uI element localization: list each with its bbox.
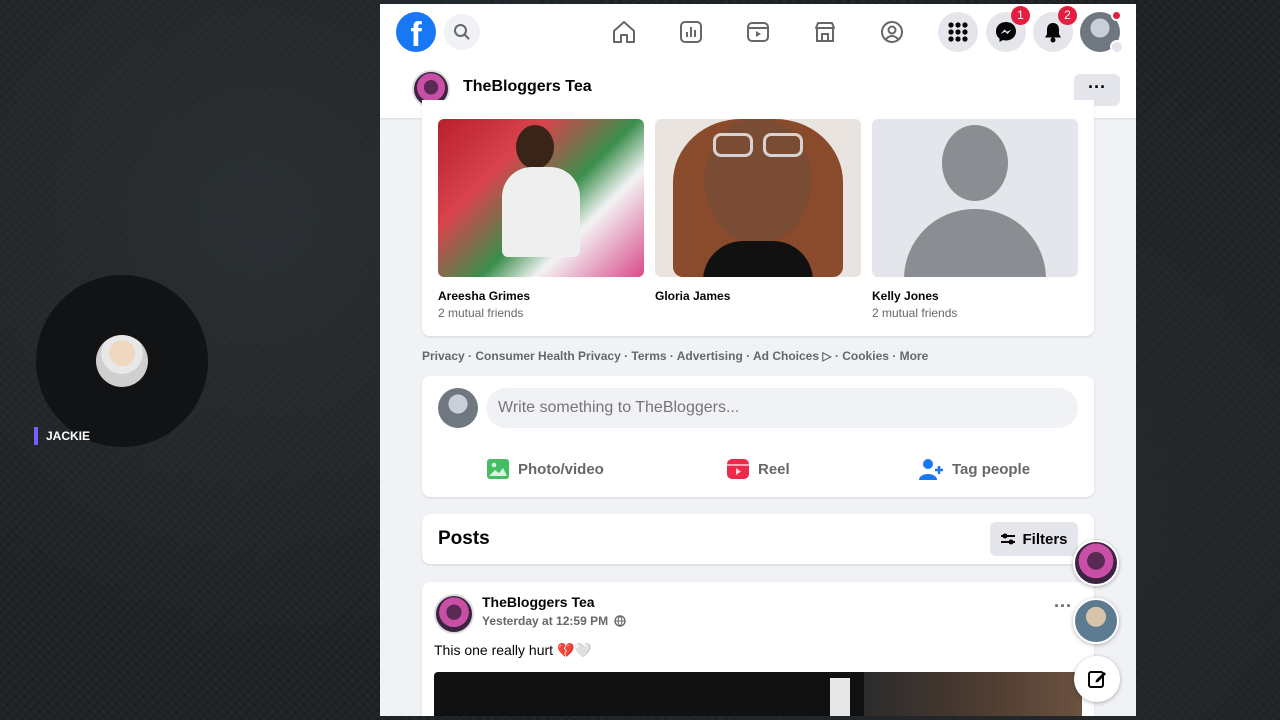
post-author-avatar[interactable] [434,594,474,634]
friend-card[interactable]: Areesha Grimes 2 mutual friends [438,119,644,320]
photo-icon [487,459,509,479]
photo-video-button[interactable]: Photo/video [486,456,604,482]
groups-icon[interactable] [878,18,906,46]
post-author[interactable]: TheBloggers Tea [482,594,595,610]
friend-photo[interactable] [438,119,644,277]
menu-grid-icon [948,22,968,42]
new-message-button[interactable] [1074,656,1120,702]
video-icon[interactable] [744,18,772,46]
search-button[interactable] [444,14,480,50]
reel-button[interactable]: Reel [726,456,790,482]
page-name[interactable]: TheBloggers Tea [463,78,592,96]
messenger-badge: 1 [1011,6,1030,25]
post-timestamp[interactable]: Yesterday at 12:59 PM [482,614,626,628]
notifications-button[interactable]: 2 [1033,6,1077,52]
post-composer: Photo/video Reel Tag people [422,376,1094,497]
facebook-logo-icon[interactable]: f [396,12,436,54]
friend-name[interactable]: Gloria James [655,289,861,303]
post: TheBloggers Tea Yesterday at 12:59 PM ··… [422,582,1094,716]
edit-icon [1088,671,1106,688]
friend-name[interactable]: Areesha Grimes [438,289,644,303]
search-icon [454,24,470,40]
filters-icon [1001,533,1016,545]
friend-photo[interactable] [872,119,1078,277]
friend-card[interactable]: Gloria James [655,119,861,306]
streamer-name: JACKIE [34,427,90,445]
top-navigation: f 1 2 [380,4,1136,60]
notifications-badge: 2 [1058,6,1077,25]
composer-avatar[interactable] [438,388,478,428]
chat-head-avatar[interactable] [1073,598,1119,644]
post-text: This one really hurt 💔🤍 [434,642,592,658]
composer-input[interactable] [486,388,1078,428]
friend-name[interactable]: Kelly Jones [872,289,1078,303]
friend-card[interactable]: Kelly Jones 2 mutual friends [872,119,1078,320]
menu-button[interactable] [938,12,978,52]
friend-suggestions-card: Areesha Grimes 2 mutual friends Gloria J… [422,100,1094,336]
chart-icon[interactable] [677,18,705,46]
friend-mutual: 2 mutual friends [438,306,524,320]
post-image[interactable] [434,672,1082,716]
friend-mutual: 2 mutual friends [872,306,958,320]
reel-label: Reel [758,460,790,478]
posts-header: Posts Filters [422,514,1094,564]
footer-links[interactable]: Privacy · Consumer Health Privacy · Term… [422,349,928,363]
tag-people-button[interactable]: Tag people [918,456,1030,482]
reel-icon [727,459,749,479]
filters-button[interactable]: Filters [990,522,1078,556]
streamer-avatar [96,335,148,387]
chat-head-avatar[interactable] [1073,540,1119,586]
friend-photo[interactable] [655,119,861,277]
streamer-camera [36,275,208,447]
posts-title: Posts [438,528,490,549]
account-status-dot [1111,10,1122,21]
globe-icon [614,615,626,627]
post-more-button[interactable]: ··· [1054,596,1072,617]
facebook-window: f 1 2 TheBloggers Tea ··· Areesha Grimes… [380,4,1136,716]
account-avatar[interactable] [1080,10,1124,54]
filters-label: Filters [1022,530,1068,548]
post-time-text: Yesterday at 12:59 PM [482,614,609,628]
default-avatar-icon [942,125,1008,201]
tag-people-label: Tag people [952,460,1031,478]
home-icon[interactable] [610,18,638,46]
chevron-down-icon [1110,40,1124,54]
tag-people-icon [919,459,943,480]
messenger-button[interactable]: 1 [986,6,1030,52]
photo-video-label: Photo/video [518,460,604,478]
marketplace-icon[interactable] [811,18,839,46]
